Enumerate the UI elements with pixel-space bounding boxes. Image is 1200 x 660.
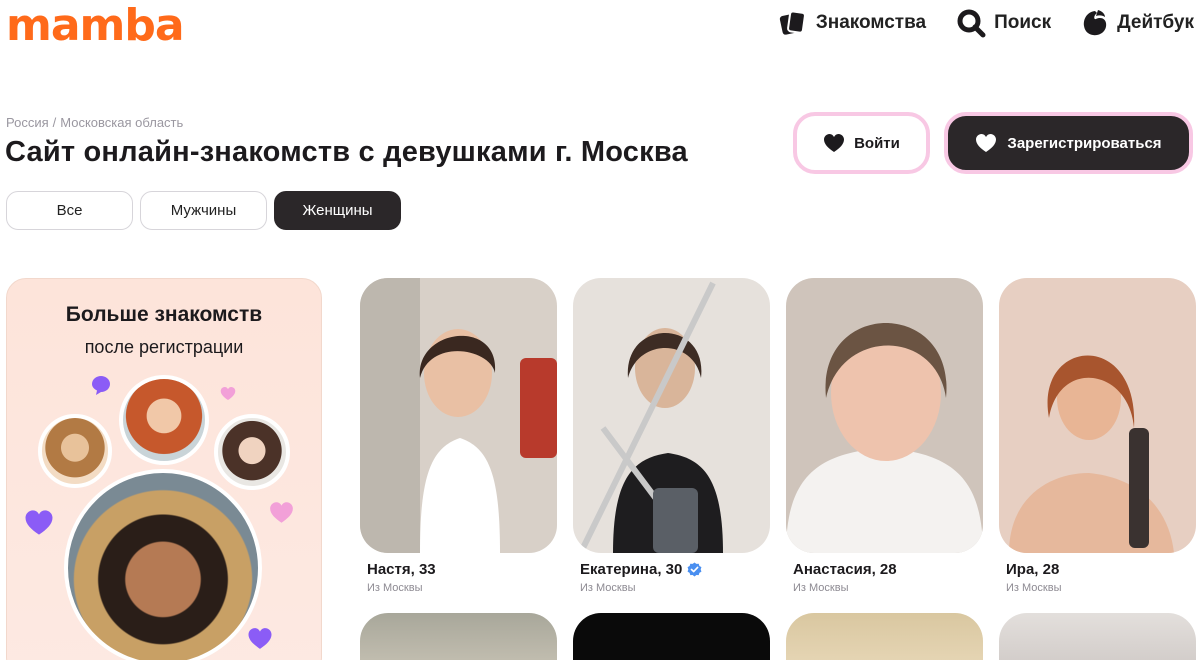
breadcrumb-separator: / bbox=[52, 115, 57, 130]
profile-photo bbox=[786, 278, 983, 553]
filter-women[interactable]: Женщины bbox=[274, 191, 401, 230]
filter-all[interactable]: Все bbox=[6, 191, 133, 230]
heart-icon bbox=[220, 386, 236, 401]
nav-label: Дейтбук bbox=[1117, 12, 1194, 33]
cards-icon bbox=[779, 10, 806, 35]
profile-city: Из Москвы bbox=[367, 582, 423, 594]
profile-photo bbox=[999, 278, 1196, 553]
profile-photo bbox=[360, 278, 557, 553]
profile-name: Ира, 28 bbox=[1006, 561, 1060, 578]
nav-label: Знакомства bbox=[815, 12, 927, 33]
promo-avatar bbox=[38, 414, 112, 488]
chat-bubble-icon bbox=[92, 376, 110, 395]
promo-title: Больше знакомств bbox=[65, 303, 263, 326]
promo-avatar bbox=[119, 375, 209, 465]
login-button[interactable]: Войти bbox=[793, 112, 930, 174]
profile-city: Из Москвы bbox=[1006, 582, 1062, 594]
heart-icon bbox=[25, 510, 53, 535]
search-icon bbox=[957, 9, 986, 38]
profile-card[interactable]: Анастасия, 28 Из Москвы bbox=[786, 278, 983, 594]
nav-label: Поиск bbox=[994, 12, 1052, 33]
page-title: Сайт онлайн-знакомств с девушками г. Мос… bbox=[5, 136, 688, 168]
registration-promo[interactable]: Больше знакомств после регистрации bbox=[6, 278, 322, 660]
gender-filters: Все Мужчины Женщины bbox=[6, 191, 401, 230]
heart-icon bbox=[824, 134, 845, 152]
profile-name: Анастасия, 28 bbox=[793, 561, 897, 578]
profile-photo[interactable] bbox=[573, 613, 770, 660]
nav-item-search[interactable]: Поиск bbox=[956, 6, 1051, 40]
nav-item-datebook[interactable]: Дейтбук bbox=[1081, 6, 1194, 40]
profile-name: Настя, 33 bbox=[367, 561, 436, 578]
login-label: Войти bbox=[854, 134, 900, 152]
breadcrumb-country[interactable]: Россия bbox=[6, 115, 49, 130]
heart-icon bbox=[270, 502, 293, 523]
profile-city: Из Москвы bbox=[793, 582, 849, 594]
profile-photo[interactable] bbox=[786, 613, 983, 660]
promo-subtitle: после регистрации bbox=[84, 337, 244, 357]
profile-photo[interactable] bbox=[999, 613, 1196, 660]
promo-avatar bbox=[214, 414, 290, 490]
profile-name: Екатерина, 30 bbox=[580, 561, 770, 578]
filter-men[interactable]: Мужчины bbox=[140, 191, 267, 230]
register-label: Зарегистрироваться bbox=[1007, 134, 1162, 152]
heart-icon bbox=[976, 134, 997, 152]
nav-item-dating[interactable]: Знакомства bbox=[778, 6, 926, 40]
verified-badge-icon bbox=[687, 562, 702, 577]
mamba-logo[interactable]: mamba bbox=[6, 2, 185, 50]
profile-card[interactable]: Ира, 28 Из Москвы bbox=[999, 278, 1196, 594]
profile-photo bbox=[573, 278, 770, 553]
datebook-icon bbox=[1083, 10, 1107, 36]
profile-city: Из Москвы bbox=[580, 582, 636, 594]
heart-icon bbox=[248, 628, 272, 649]
register-button[interactable]: Зарегистрироваться bbox=[944, 112, 1193, 174]
breadcrumb: Россия / Московская область bbox=[6, 115, 183, 130]
profile-card[interactable]: Екатерина, 30 Из Москвы bbox=[573, 278, 770, 594]
profile-photo[interactable] bbox=[360, 613, 557, 660]
promo-avatar bbox=[64, 469, 262, 660]
top-nav: Знакомства Поиск Дейтбук bbox=[778, 6, 1194, 40]
profile-card[interactable]: Настя, 33 Из Москвы bbox=[360, 278, 557, 594]
breadcrumb-region[interactable]: Московская область bbox=[60, 115, 183, 130]
